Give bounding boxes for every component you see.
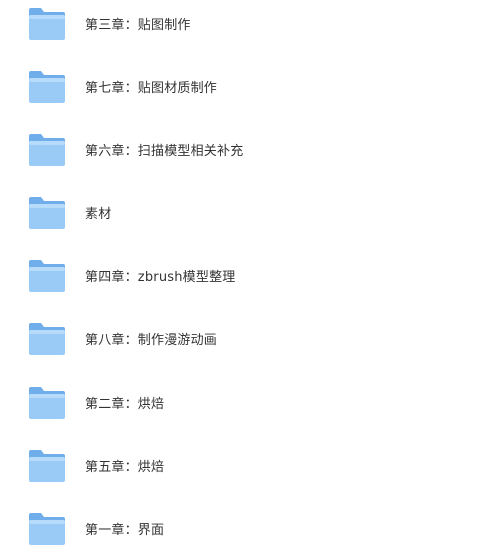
folder-name: 第六章：扫描模型相关补充 [85,144,244,159]
folder-name: 素材 [85,207,112,222]
folder-icon [27,195,67,231]
folder-icon [27,6,67,42]
folder-item[interactable]: 第四章：zbrush模型整理 [0,244,482,307]
folder-item[interactable]: 第二章：烘焙 [0,371,482,434]
folder-item[interactable]: 第一章：界面 [0,497,482,560]
folder-name: 第一章：界面 [85,523,165,538]
folder-item[interactable]: 第七章：贴图材质制作 [0,55,482,118]
folder-item[interactable]: 素材 [0,181,482,244]
folder-item[interactable]: 第八章：制作漫游动画 [0,307,482,370]
folder-name: 第五章：烘焙 [85,460,165,475]
folder-icon [27,448,67,484]
folder-name: 第三章：贴图制作 [85,18,191,33]
folder-icon [27,132,67,168]
folder-icon [27,321,67,357]
folder-icon [27,69,67,105]
folder-name: 第四章：zbrush模型整理 [85,270,236,285]
folder-icon [27,511,67,547]
folder-name: 第二章：烘焙 [85,397,165,412]
folder-list: 第三章：贴图制作 第七章：贴图材质制作 第六章：扫描模型相关补充 素材 第四章：… [0,0,482,554]
folder-item[interactable]: 第三章：贴图制作 [0,0,482,55]
folder-icon [27,385,67,421]
folder-icon [27,258,67,294]
folder-name: 第七章：贴图材质制作 [85,81,218,96]
folder-item[interactable]: 第五章：烘焙 [0,434,482,497]
folder-name: 第八章：制作漫游动画 [85,333,218,348]
folder-item[interactable]: 第六章：扫描模型相关补充 [0,118,482,181]
